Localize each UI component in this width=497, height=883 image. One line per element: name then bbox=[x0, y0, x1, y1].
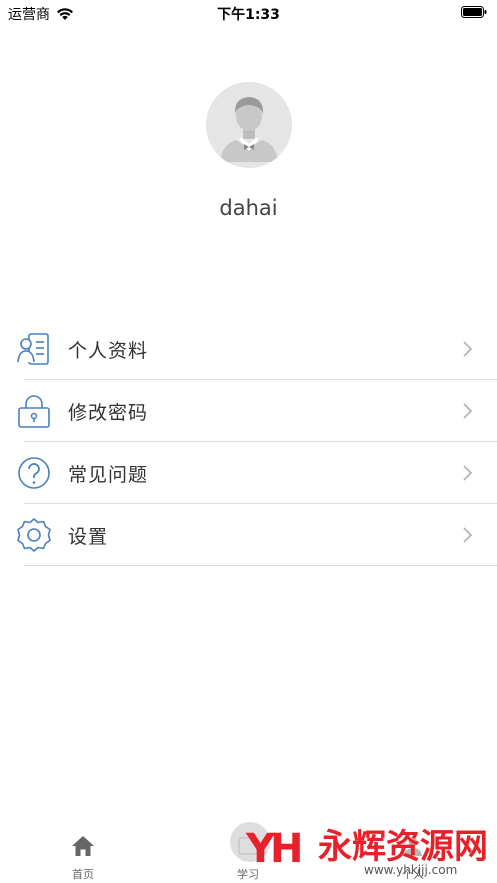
menu-item-label: 修改密码 bbox=[68, 402, 149, 424]
chevron-right-icon bbox=[463, 465, 473, 481]
battery-icon bbox=[461, 6, 487, 18]
divider bbox=[24, 565, 497, 566]
chevron-right-icon bbox=[463, 403, 473, 419]
menu-item-settings[interactable]: 设置 bbox=[0, 504, 497, 566]
tab-home[interactable]: 首页 bbox=[43, 828, 123, 883]
chevron-right-icon bbox=[463, 341, 473, 357]
gear-icon bbox=[17, 518, 51, 552]
question-circle-icon bbox=[18, 457, 50, 489]
status-bar: 运营商 下午1:33 bbox=[0, 0, 497, 26]
profile-card-icon bbox=[17, 333, 49, 365]
menu-list: 个人资料 修改密码 常见问题 设置 bbox=[0, 318, 497, 566]
chevron-right-icon bbox=[463, 527, 473, 543]
menu-item-profile[interactable]: 个人资料 bbox=[0, 318, 497, 380]
menu-item-label: 个人资料 bbox=[68, 340, 149, 362]
lock-icon bbox=[18, 395, 50, 428]
svg-text:www.yhkjjj.com: www.yhkjjj.com bbox=[364, 863, 457, 877]
username: dahai bbox=[219, 196, 278, 220]
user-avatar-icon[interactable] bbox=[206, 82, 292, 168]
watermark-logo: Y H 永辉资源网 www.yhkjjj.com bbox=[230, 822, 488, 877]
home-icon bbox=[72, 836, 94, 856]
tab-label: 首页 bbox=[72, 868, 94, 881]
svg-text:永辉资源网: 永辉资源网 bbox=[318, 827, 488, 867]
menu-item-change-password[interactable]: 修改密码 bbox=[0, 380, 497, 442]
menu-item-faq[interactable]: 常见问题 bbox=[0, 442, 497, 504]
status-time: 下午1:33 bbox=[217, 7, 280, 23]
menu-item-label: 常见问题 bbox=[68, 464, 149, 486]
svg-text:H: H bbox=[270, 826, 303, 872]
menu-item-label: 设置 bbox=[68, 526, 109, 548]
